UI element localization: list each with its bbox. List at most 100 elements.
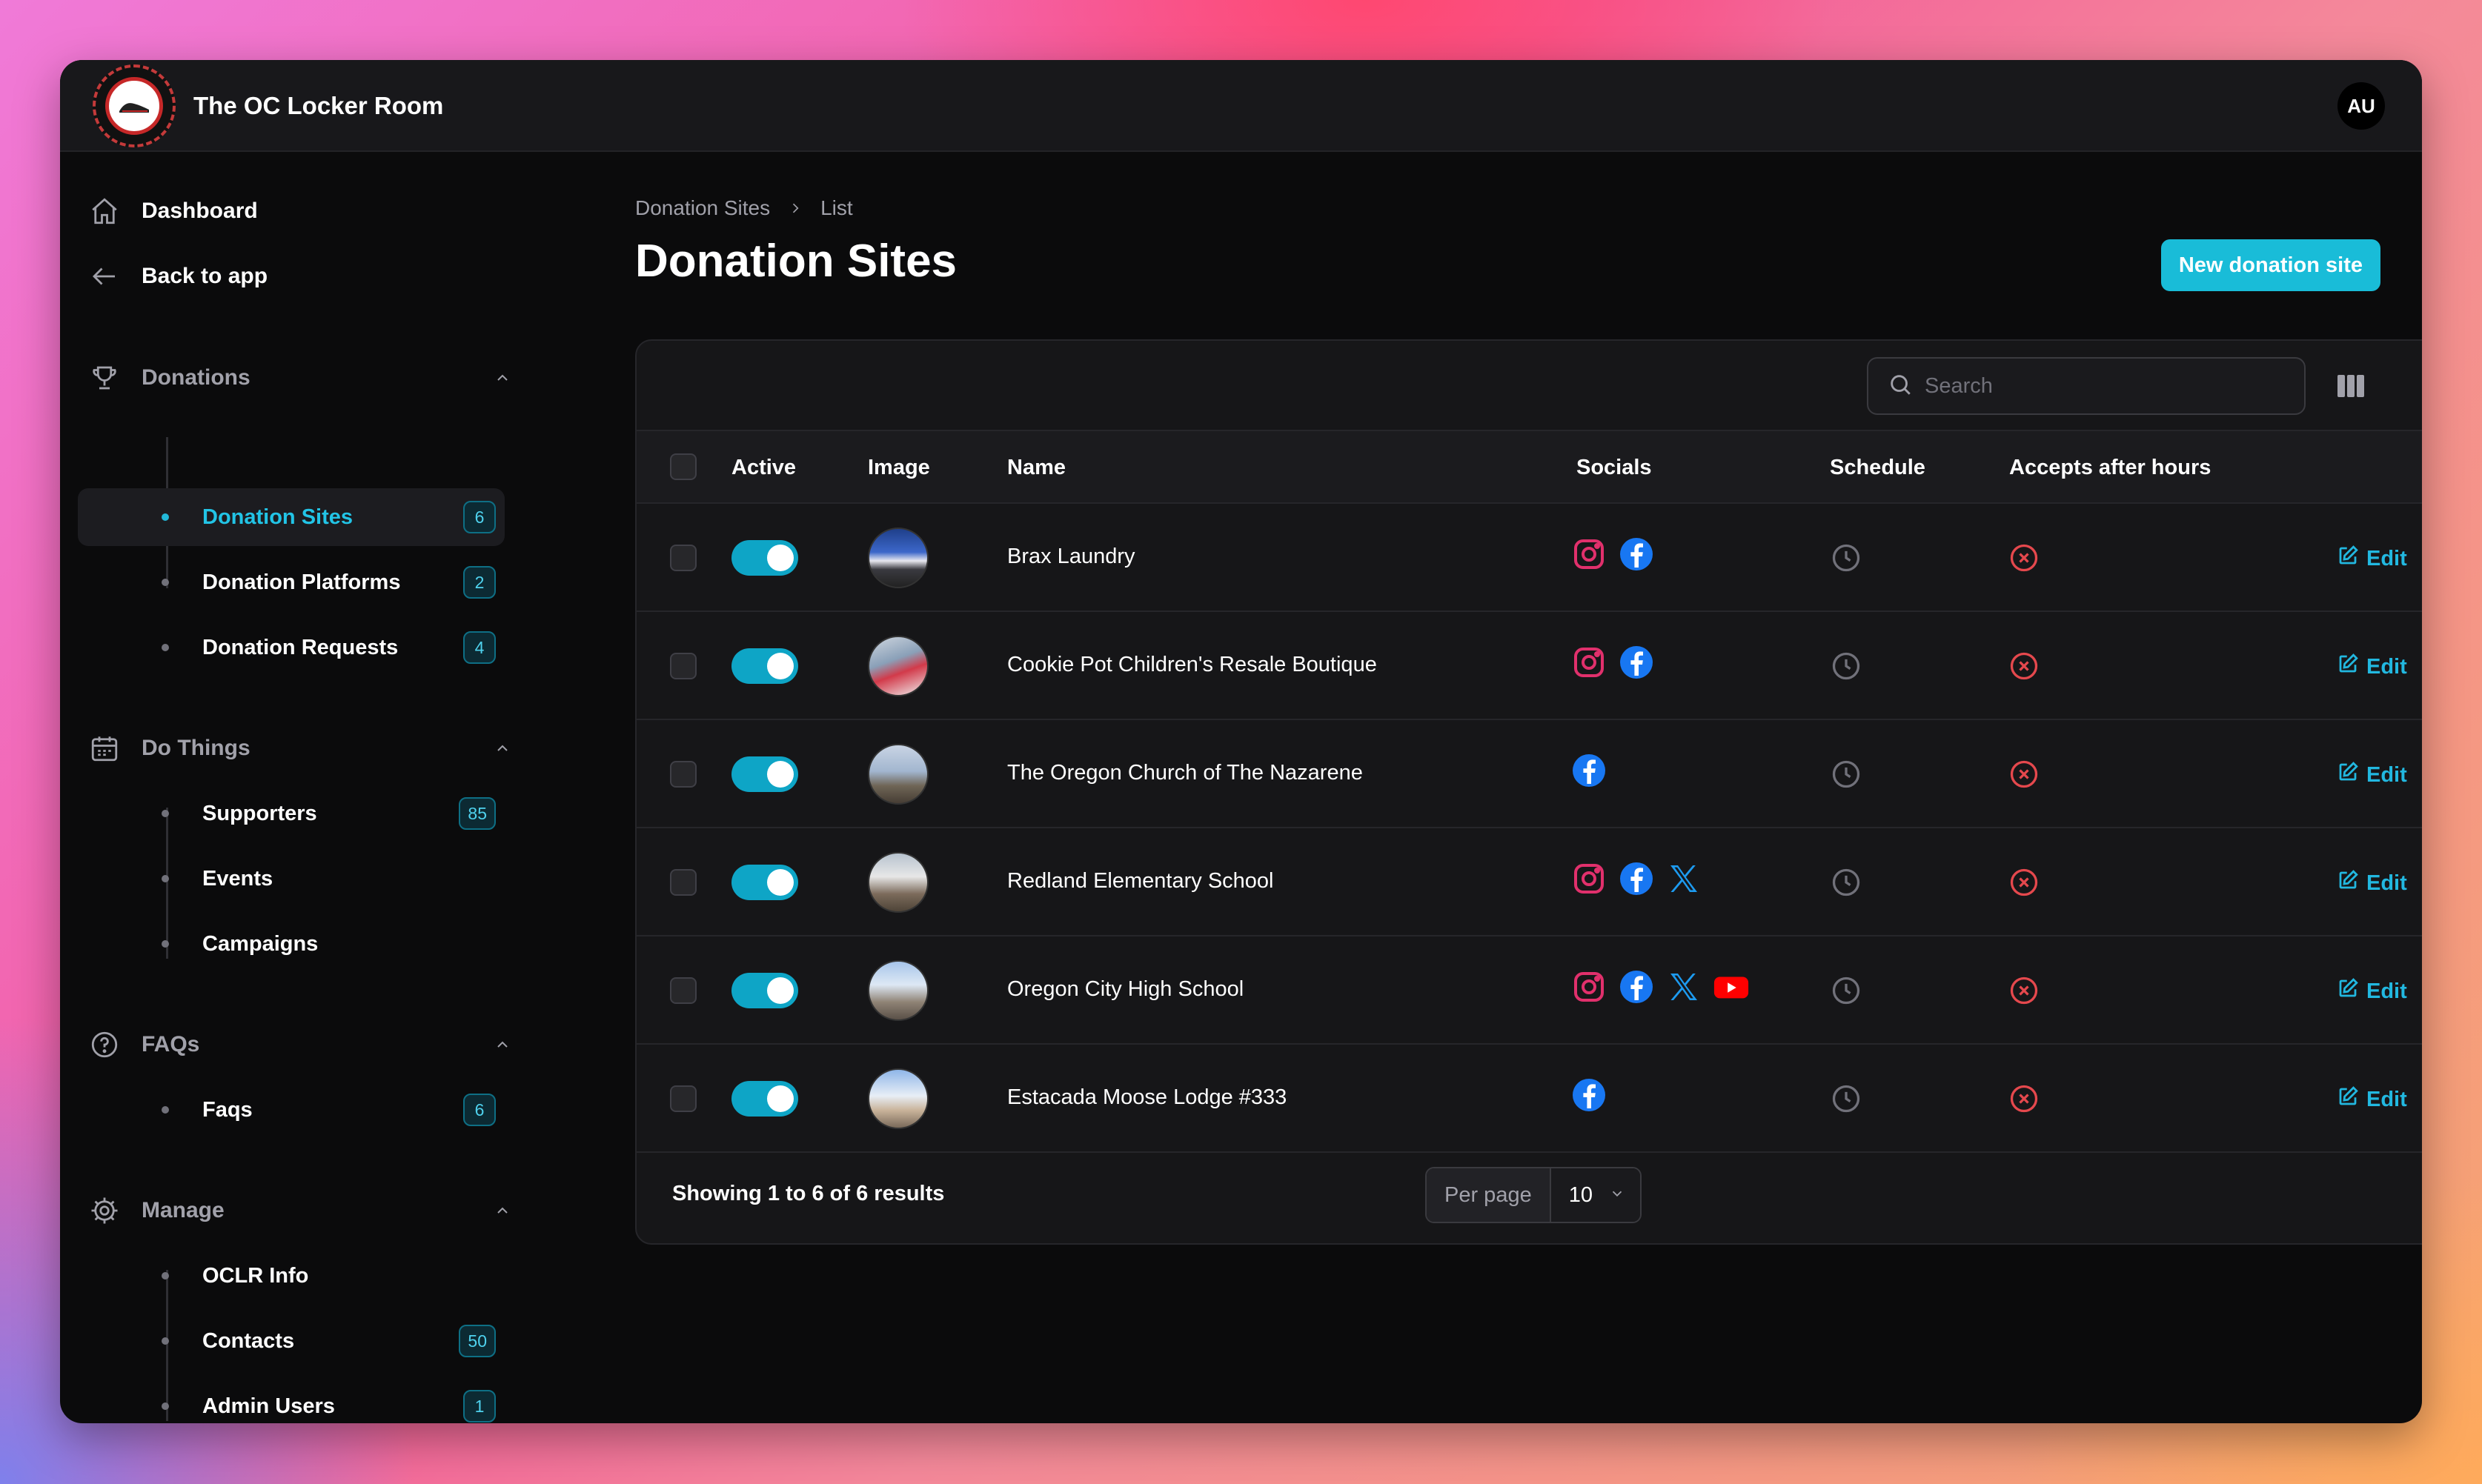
search-input[interactable]: Search: [1867, 357, 2306, 415]
sidebar-item-label: Supporters: [202, 801, 317, 825]
edit-icon: [2337, 977, 2359, 1005]
sidebar-item-label: Events: [202, 866, 273, 891]
active-toggle[interactable]: [731, 648, 798, 684]
row-checkbox[interactable]: [670, 761, 697, 788]
site-name: The Oregon Church of The Nazarene: [1007, 761, 1363, 785]
sidebar-item-contacts[interactable]: Contacts 50: [78, 1312, 505, 1370]
socials-list: [1570, 1077, 1607, 1114]
edit-button[interactable]: Edit: [2337, 653, 2407, 681]
sidebar-item-events[interactable]: Events: [78, 850, 505, 908]
edit-button[interactable]: Edit: [2337, 977, 2407, 1005]
instagram-icon[interactable]: [1570, 536, 1607, 573]
sidebar-item-admin-users[interactable]: Admin Users 1: [78, 1377, 505, 1423]
count-badge: 85: [459, 797, 496, 830]
arrow-left-icon: [87, 259, 122, 294]
tree-dot: [162, 810, 169, 817]
row-checkbox[interactable]: [670, 653, 697, 679]
active-toggle[interactable]: [731, 756, 798, 792]
per-page-select[interactable]: Per page 10: [1425, 1167, 1642, 1223]
edit-label: Edit: [2366, 979, 2407, 1003]
sidebar-item-campaigns[interactable]: Campaigns: [78, 915, 505, 973]
site-thumbnail: [868, 636, 929, 696]
row-checkbox[interactable]: [670, 545, 697, 571]
edit-icon: [2337, 1085, 2359, 1114]
active-dot: [162, 513, 169, 521]
facebook-icon[interactable]: [1618, 968, 1655, 1005]
breadcrumb-current: List: [820, 196, 853, 219]
table-row: Estacada Moose Lodge #333 Edit: [637, 1045, 2422, 1153]
per-page-value-container[interactable]: 10: [1550, 1168, 1640, 1222]
x-circle-icon: [2008, 1082, 2040, 1115]
active-toggle[interactable]: [731, 540, 798, 576]
facebook-icon[interactable]: [1570, 752, 1607, 789]
instagram-icon[interactable]: [1570, 968, 1607, 1005]
new-donation-site-button[interactable]: New donation site: [2160, 239, 2380, 291]
active-toggle[interactable]: [731, 865, 798, 900]
app-window: The OC Locker Room AU Dashboard Back to …: [60, 60, 2422, 1423]
main-content: Donation Sites List Donation Sites New d…: [635, 152, 2422, 1423]
group-label: FAQs: [142, 1032, 200, 1057]
edit-button[interactable]: Edit: [2337, 1085, 2407, 1114]
chevron-up-icon[interactable]: [491, 1034, 514, 1056]
instagram-icon[interactable]: [1570, 644, 1607, 681]
edit-button[interactable]: Edit: [2337, 761, 2407, 789]
clock-icon: [1830, 650, 1862, 682]
sidebar-item-donation-sites[interactable]: Donation Sites 6: [78, 488, 505, 546]
tree-dot: [162, 940, 169, 948]
column-header-name[interactable]: Name: [1007, 431, 1066, 504]
select-all-checkbox[interactable]: [670, 453, 697, 480]
facebook-icon[interactable]: [1618, 536, 1655, 573]
socials-list: [1570, 644, 1655, 681]
group-manage[interactable]: Manage: [87, 1190, 514, 1231]
facebook-icon[interactable]: [1570, 1077, 1607, 1114]
column-header-socials: Socials: [1576, 456, 1652, 479]
sidebar-item-donation-platforms[interactable]: Donation Platforms 2: [78, 553, 505, 611]
chevron-up-icon[interactable]: [491, 737, 514, 759]
tree-dot: [162, 875, 169, 882]
edit-icon: [2337, 545, 2359, 573]
user-avatar[interactable]: AU: [2337, 82, 2385, 130]
instagram-icon[interactable]: [1570, 860, 1607, 897]
facebook-icon[interactable]: [1618, 860, 1655, 897]
sidebar-item-dashboard[interactable]: Dashboard: [87, 190, 258, 232]
x-circle-icon: [2008, 758, 2040, 791]
edit-button[interactable]: Edit: [2337, 545, 2407, 573]
group-do-things[interactable]: Do Things: [87, 728, 514, 769]
row-checkbox[interactable]: [670, 869, 697, 896]
x-circle-icon: [2008, 650, 2040, 682]
x-icon[interactable]: [1665, 860, 1702, 897]
facebook-icon[interactable]: [1618, 644, 1655, 681]
group-donations[interactable]: Donations: [87, 357, 514, 399]
count-badge: 50: [459, 1325, 496, 1357]
column-header-active[interactable]: Active: [731, 431, 796, 504]
sidebar-item-faqs[interactable]: Faqs 6: [78, 1081, 505, 1139]
clock-icon: [1830, 1082, 1862, 1115]
app-title: The OC Locker Room: [193, 92, 444, 119]
socials-list: [1570, 536, 1655, 573]
chevron-up-icon[interactable]: [491, 367, 514, 389]
sidebar-item-back-to-app[interactable]: Back to app: [87, 256, 268, 297]
sidebar-item-oclr-info[interactable]: OCLR Info: [78, 1247, 505, 1305]
edit-icon: [2337, 761, 2359, 789]
youtube-icon[interactable]: [1713, 968, 1750, 1005]
chevron-up-icon[interactable]: [491, 1199, 514, 1222]
column-toggle-icon[interactable]: [2334, 369, 2368, 403]
edit-button[interactable]: Edit: [2337, 869, 2407, 897]
active-toggle[interactable]: [731, 1081, 798, 1117]
table-row: Cookie Pot Children's Resale Boutique Ed…: [637, 612, 2422, 720]
brand-logo[interactable]: [93, 64, 176, 147]
search-icon: [1888, 372, 1913, 401]
row-checkbox[interactable]: [670, 1085, 697, 1112]
toggle-knob: [767, 761, 794, 788]
x-icon[interactable]: [1665, 968, 1702, 1005]
site-name: Oregon City High School: [1007, 977, 1244, 1001]
clock-icon: [1830, 758, 1862, 791]
row-checkbox[interactable]: [670, 977, 697, 1004]
group-faqs[interactable]: FAQs: [87, 1024, 514, 1065]
breadcrumb-link[interactable]: Donation Sites: [635, 196, 770, 220]
tree-dot: [162, 1272, 169, 1280]
active-toggle[interactable]: [731, 973, 798, 1008]
sidebar-item-supporters[interactable]: Supporters 85: [78, 785, 505, 842]
edit-icon: [2337, 869, 2359, 897]
sidebar-item-donation-requests[interactable]: Donation Requests 4: [78, 619, 505, 676]
